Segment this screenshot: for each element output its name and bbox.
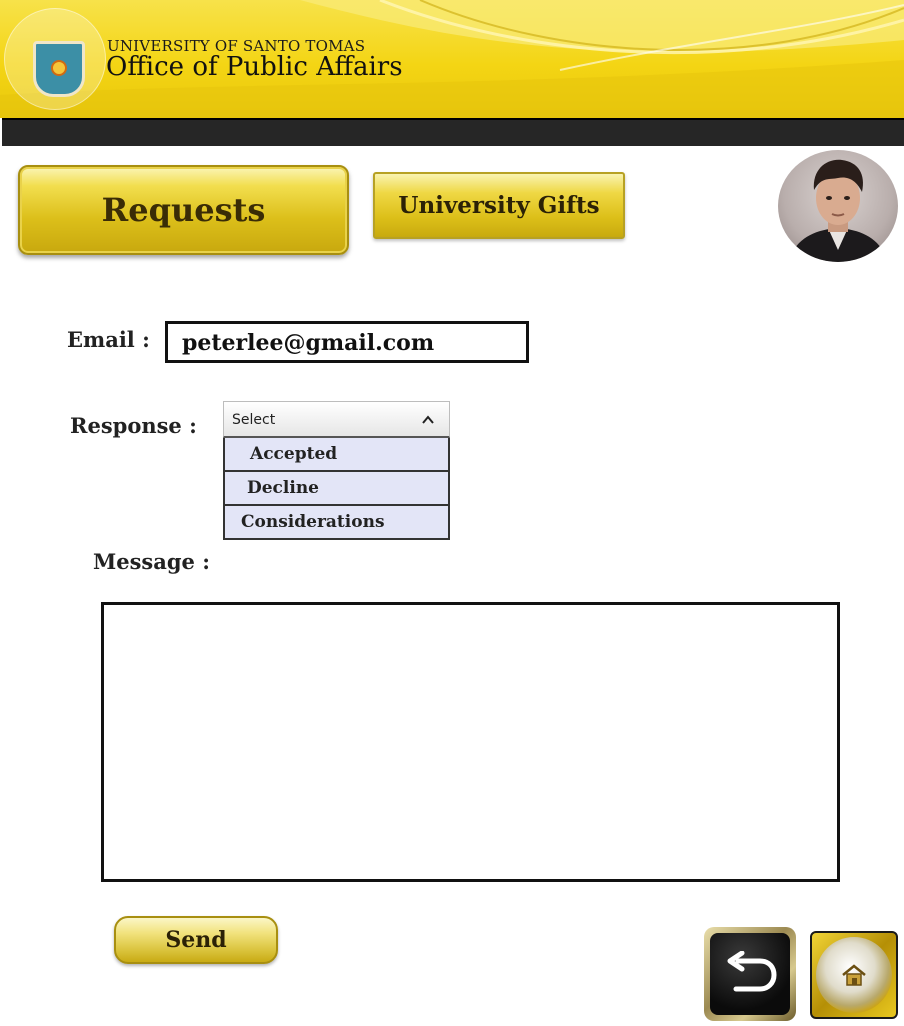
avatar-portrait: [788, 159, 888, 262]
back-button[interactable]: [704, 927, 796, 1021]
requests-button[interactable]: Requests: [18, 165, 349, 255]
sun-icon: [51, 60, 67, 76]
header-divider-bar: [2, 118, 904, 146]
seal-shield-icon: [33, 41, 85, 97]
response-select[interactable]: Select: [223, 401, 450, 438]
option-decline[interactable]: Decline: [225, 472, 448, 506]
option-considerations[interactable]: Considerations: [225, 506, 448, 540]
response-options-list: Accepted Decline Considerations: [223, 438, 450, 540]
response-select-value: Select: [232, 412, 276, 428]
message-textarea[interactable]: [101, 602, 840, 882]
send-button[interactable]: Send: [114, 916, 278, 964]
office-name: Office of Public Affairs: [106, 52, 403, 82]
back-arrow-icon: [727, 951, 777, 992]
chevron-up-icon: [422, 415, 434, 424]
university-seal: [4, 8, 106, 110]
user-avatar[interactable]: [778, 150, 898, 262]
response-label: Response :: [70, 413, 197, 438]
header-banner: UNIVERSITY OF SANTO TOMAS Office of Publ…: [0, 0, 904, 118]
option-accepted[interactable]: Accepted: [225, 438, 448, 472]
university-gifts-button[interactable]: University Gifts: [373, 172, 625, 239]
email-label: Email :: [67, 327, 150, 352]
home-button[interactable]: [810, 931, 898, 1019]
home-icon: [842, 964, 866, 986]
email-field[interactable]: peterlee@gmail.com: [165, 321, 529, 363]
message-label: Message :: [93, 549, 210, 574]
